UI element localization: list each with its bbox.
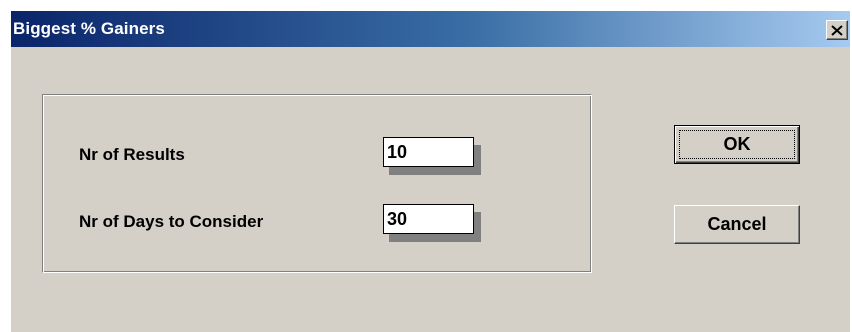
title-bar[interactable]: Biggest % Gainers bbox=[11, 11, 850, 47]
results-input[interactable] bbox=[383, 137, 474, 167]
dialog-window: Biggest % Gainers Nr of Results Nr of Da… bbox=[10, 11, 850, 332]
cancel-button[interactable]: Cancel bbox=[674, 205, 800, 244]
days-field-wrap bbox=[383, 204, 481, 242]
results-label: Nr of Results bbox=[79, 145, 185, 164]
ok-button-label: OK bbox=[723, 134, 751, 154]
ok-button[interactable]: OK bbox=[674, 125, 800, 164]
days-input[interactable] bbox=[383, 204, 474, 234]
close-button[interactable] bbox=[826, 20, 848, 40]
close-icon bbox=[831, 24, 843, 36]
dialog-title: Biggest % Gainers bbox=[13, 19, 165, 38]
results-field-wrap bbox=[383, 137, 481, 175]
cancel-button-label: Cancel bbox=[707, 214, 767, 234]
parameters-group: Nr of Results Nr of Days to Consider bbox=[42, 94, 592, 273]
days-label: Nr of Days to Consider bbox=[79, 212, 264, 231]
